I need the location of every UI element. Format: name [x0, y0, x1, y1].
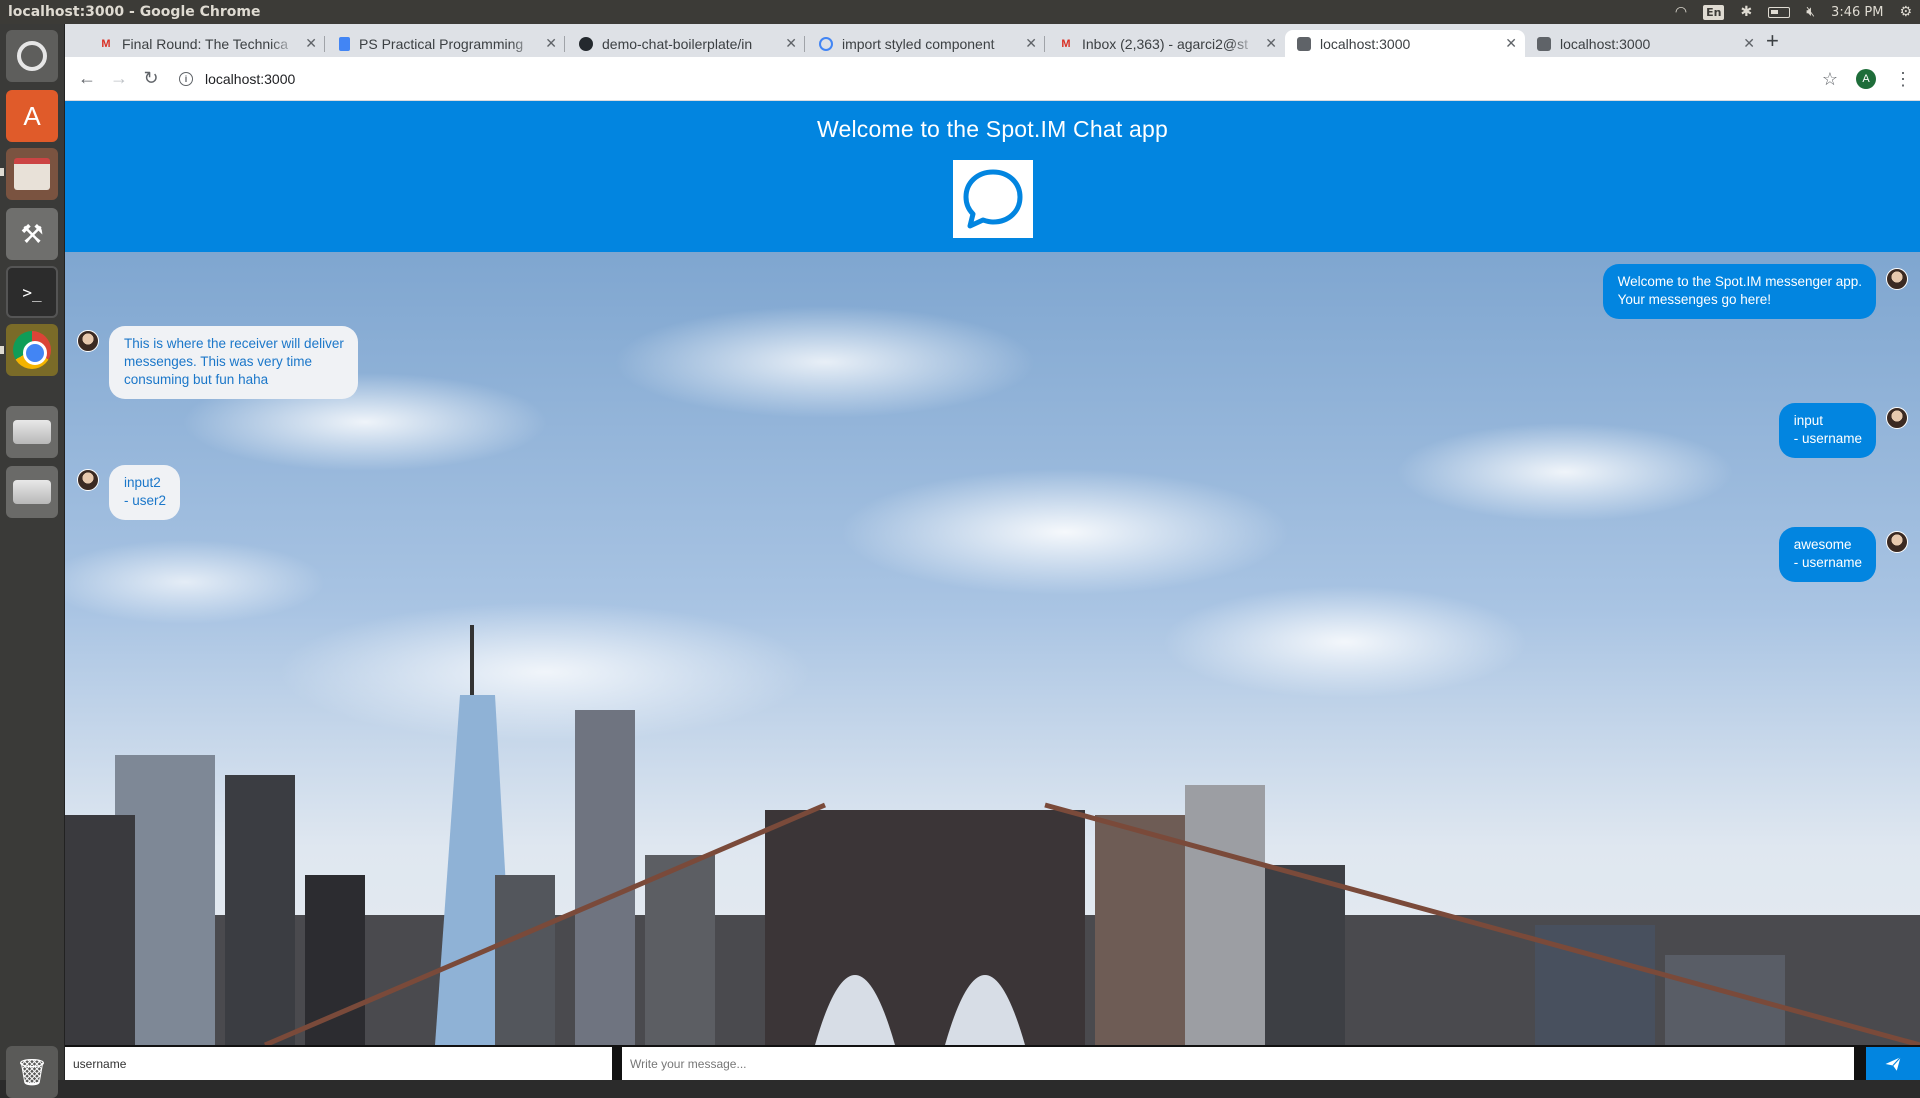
app-logo [953, 160, 1033, 238]
close-tab-icon[interactable]: ✕ [1265, 35, 1277, 52]
message-bubble: awesome - username [1778, 527, 1876, 582]
drive-icon[interactable] [6, 466, 58, 518]
paper-plane-icon [1885, 1056, 1901, 1071]
compose-bar [65, 1045, 1920, 1080]
bluetooth-icon[interactable]: ✱ [1740, 4, 1752, 20]
tab[interactable]: M Final Round: The Technica ✕ [87, 30, 325, 57]
site-info-icon[interactable]: i [179, 71, 193, 86]
drive-icon[interactable] [6, 406, 58, 458]
city-skyline-background [65, 625, 1920, 1045]
app-header: Welcome to the Spot.IM Chat app [65, 101, 1920, 252]
close-tab-icon[interactable]: ✕ [1025, 35, 1037, 52]
chat-bubble-icon [963, 169, 1023, 229]
ubuntu-dash-icon[interactable] [6, 30, 58, 82]
keyboard-layout-indicator[interactable]: En [1703, 4, 1725, 20]
reload-icon[interactable]: ↻ [137, 65, 165, 93]
menu-kebab-icon[interactable]: ⋮ [1894, 69, 1912, 90]
browser-toolbar: ← → ↻ i localhost:3000 ☆ A ⋮ [65, 57, 1920, 101]
power-gear-icon[interactable]: ⚙ [1899, 4, 1912, 20]
tab[interactable]: localhost:3000 ✕ [1525, 30, 1763, 57]
message-incoming: This is where the receiver will deliver … [77, 326, 358, 399]
send-button[interactable] [1866, 1047, 1920, 1080]
tab[interactable]: demo-chat-boilerplate/in ✕ [567, 30, 805, 57]
tab[interactable]: M Inbox (2,363) - agarci2@st ✕ [1047, 30, 1285, 57]
tab-label: localhost:3000 [1320, 35, 1411, 52]
github-icon [579, 36, 593, 51]
tab-label: Final Round: The Technica [122, 35, 289, 52]
unity-launcher: A ⚒ >_ 🗑︎ [0, 24, 70, 1098]
bookmark-star-icon[interactable]: ☆ [1822, 69, 1838, 90]
software-center-icon[interactable]: A [6, 90, 58, 142]
gmail-icon: M [101, 37, 111, 50]
user-avatar [77, 330, 99, 352]
tab-label: PS Practical Programming [359, 35, 524, 52]
url-text[interactable]: localhost:3000 [205, 71, 295, 87]
message-bubble: Welcome to the Spot.IM messenger app. Yo… [1602, 264, 1876, 319]
battery-icon[interactable] [1768, 6, 1791, 18]
tab-label: import styled component [842, 35, 995, 52]
close-tab-icon[interactable]: ✕ [305, 35, 317, 52]
app-icon [1537, 36, 1551, 51]
app-title: Welcome to the Spot.IM Chat app [817, 116, 1168, 142]
os-top-panel: localhost:3000 - Google Chrome ◠ En ✱ 🔇︎… [0, 0, 1920, 24]
message-incoming: input2 - user2 [77, 465, 181, 520]
back-arrow-icon[interactable]: ← [73, 65, 101, 93]
chrome-icon[interactable] [6, 324, 58, 376]
close-tab-icon[interactable]: ✕ [545, 35, 557, 52]
address-bar[interactable]: i localhost:3000 [179, 63, 295, 95]
profile-avatar[interactable]: A [1856, 69, 1876, 89]
user-avatar [77, 469, 99, 491]
tab-label: Inbox (2,363) - agarci2@st [1082, 35, 1248, 52]
tab-active[interactable]: localhost:3000 ✕ [1285, 30, 1525, 57]
tab-strip: M Final Round: The Technica ✕ PS Practic… [65, 24, 1920, 57]
message-bubble: This is where the receiver will deliver … [109, 326, 358, 399]
google-icon [819, 36, 833, 51]
docs-icon [339, 36, 350, 51]
tab-label: demo-chat-boilerplate/in [602, 35, 753, 52]
system-tray: ◠ En ✱ 🔇︎ 3:46 PM ⚙ [1675, 4, 1912, 20]
message-bubble: input2 - user2 [109, 465, 181, 520]
username-input[interactable] [65, 1047, 612, 1080]
terminal-icon[interactable]: >_ [6, 266, 58, 318]
message-input[interactable] [622, 1047, 1854, 1080]
volume-muted-icon[interactable]: 🔇︎ [1806, 4, 1815, 20]
chat-message-area: Welcome to the Spot.IM messenger app. Yo… [65, 252, 1920, 1045]
wifi-icon[interactable]: ◠ [1675, 4, 1687, 20]
close-tab-icon[interactable]: ✕ [1505, 35, 1517, 52]
files-icon[interactable] [6, 148, 58, 200]
web-page: Welcome to the Spot.IM Chat app Welcome … [65, 101, 1920, 1080]
message-outgoing: awesome - username [1778, 527, 1908, 582]
message-outgoing: Welcome to the Spot.IM messenger app. Yo… [1602, 264, 1908, 319]
tab[interactable]: import styled component ✕ [807, 30, 1045, 57]
forward-arrow-icon[interactable]: → [105, 65, 133, 93]
message-outgoing: input - username [1778, 403, 1908, 458]
close-tab-icon[interactable]: ✕ [785, 35, 797, 52]
user-avatar [1886, 407, 1908, 429]
window-title: localhost:3000 - Google Chrome [8, 4, 261, 20]
trash-icon[interactable]: 🗑︎ [6, 1046, 58, 1098]
browser-window: M Final Round: The Technica ✕ PS Practic… [65, 24, 1920, 1080]
tab-label: localhost:3000 [1560, 35, 1651, 52]
user-avatar [1886, 268, 1908, 290]
gmail-icon: M [1061, 37, 1071, 50]
user-avatar [1886, 531, 1908, 553]
running-indicator [0, 168, 4, 176]
tab[interactable]: PS Practical Programming ✕ [327, 30, 565, 57]
close-tab-icon[interactable]: ✕ [1743, 35, 1755, 52]
app-icon [1297, 36, 1311, 51]
message-bubble: input - username [1778, 403, 1876, 458]
system-settings-icon[interactable]: ⚒ [6, 208, 58, 260]
toolbar-actions: ☆ A ⋮ [1822, 57, 1912, 101]
new-tab-plus-icon[interactable]: + [1766, 28, 1779, 54]
running-indicator [0, 346, 4, 354]
clock[interactable]: 3:46 PM [1831, 5, 1883, 20]
